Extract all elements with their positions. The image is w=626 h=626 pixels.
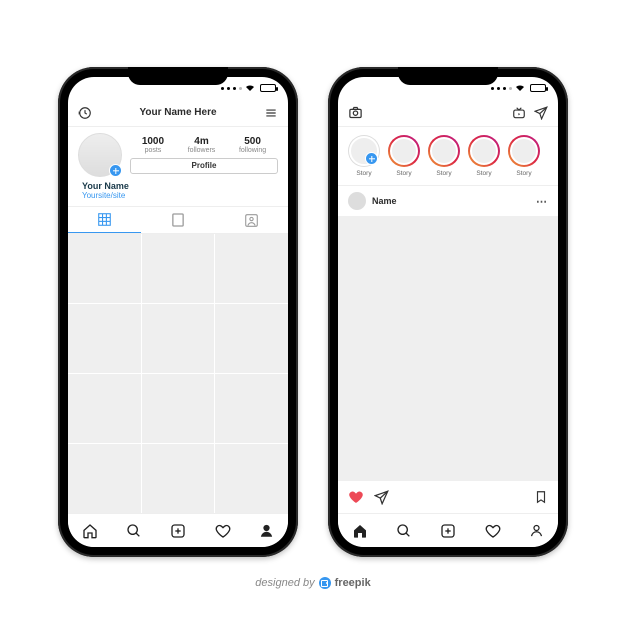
nav-heart-icon[interactable] [485, 523, 501, 539]
story-ring [428, 135, 460, 167]
archive-icon[interactable] [78, 106, 92, 120]
tv-icon[interactable] [512, 106, 526, 120]
bottom-nav [338, 513, 558, 547]
phone-feed: Story Story Story Story Story Name ⋯ [328, 67, 568, 557]
profile-tabs [68, 206, 288, 234]
like-icon[interactable] [348, 489, 364, 505]
grid-cell[interactable] [215, 444, 288, 513]
story-ring [468, 135, 500, 167]
story-item[interactable]: Story [388, 135, 420, 177]
grid-cell[interactable] [142, 234, 215, 303]
profile-site[interactable]: Yoursite/site [82, 191, 274, 200]
bookmark-icon[interactable] [534, 489, 548, 505]
wifi-icon [515, 84, 525, 92]
post-header: Name ⋯ [338, 186, 558, 216]
grid-cell[interactable] [68, 304, 141, 373]
feed-topbar [338, 99, 558, 127]
notch [398, 67, 498, 85]
grid-cell[interactable] [142, 304, 215, 373]
grid-cell[interactable] [68, 234, 141, 303]
nav-search-icon[interactable] [396, 523, 412, 539]
grid-cell[interactable] [142, 374, 215, 443]
post-author[interactable]: Name [372, 196, 530, 206]
story-label: Story [356, 170, 371, 177]
battery-icon [530, 84, 546, 92]
nav-home-icon[interactable] [352, 523, 368, 539]
nav-home-icon[interactable] [82, 523, 98, 539]
profile-grid [68, 234, 288, 513]
grid-icon [98, 213, 111, 226]
credit-prefix: designed by [255, 577, 314, 589]
notch [128, 67, 228, 85]
add-story-badge[interactable] [109, 164, 122, 177]
profile-avatar[interactable] [78, 133, 122, 177]
story-label: Story [436, 170, 451, 177]
nav-search-icon[interactable] [126, 523, 142, 539]
share-icon[interactable] [374, 490, 389, 505]
post-image[interactable] [338, 216, 558, 481]
bottom-nav [68, 513, 288, 547]
story-ring [348, 135, 380, 167]
profile-topbar: Your Name Here [68, 99, 288, 127]
battery-icon [260, 84, 276, 92]
story-item[interactable]: Story [348, 135, 380, 177]
freepik-logo-icon [319, 577, 331, 589]
stat-following[interactable]: 500 following [239, 136, 266, 154]
nav-heart-icon[interactable] [215, 523, 231, 539]
post-more-icon[interactable]: ⋯ [536, 195, 548, 208]
nav-profile-icon[interactable] [259, 523, 274, 538]
grid-cell[interactable] [142, 444, 215, 513]
phone-profile: Your Name Here 1000 posts [58, 67, 298, 557]
tab-tagged[interactable] [215, 207, 288, 233]
post-actions [338, 481, 558, 513]
grid-cell[interactable] [215, 304, 288, 373]
stories-row[interactable]: Story Story Story Story Story [338, 127, 558, 186]
story-item[interactable]: Story [508, 135, 540, 177]
post-avatar[interactable] [348, 192, 366, 210]
story-ring [508, 135, 540, 167]
menu-icon[interactable] [264, 106, 278, 120]
story-label: Story [516, 170, 531, 177]
credit-line: designed by freepik [255, 577, 370, 589]
grid-cell[interactable] [68, 444, 141, 513]
stat-posts[interactable]: 1000 posts [142, 136, 164, 154]
grid-cell[interactable] [215, 374, 288, 443]
camera-icon[interactable] [348, 105, 363, 120]
profile-name: Your Name [82, 181, 274, 191]
stat-followers[interactable]: 4m followers [188, 136, 216, 154]
nav-add-icon[interactable] [440, 523, 456, 539]
credit-brand: freepik [335, 577, 371, 589]
story-label: Story [396, 170, 411, 177]
profile-button[interactable]: Profile [130, 158, 278, 174]
add-story-badge[interactable] [365, 152, 378, 165]
story-item[interactable]: Story [468, 135, 500, 177]
story-ring [388, 135, 420, 167]
send-icon[interactable] [534, 106, 548, 120]
nav-profile-icon[interactable] [529, 523, 544, 538]
tagged-icon [245, 214, 258, 227]
tab-feed[interactable] [141, 207, 214, 233]
story-item[interactable]: Story [428, 135, 460, 177]
tab-grid[interactable] [68, 207, 141, 233]
grid-cell[interactable] [215, 234, 288, 303]
profile-title: Your Name Here [92, 107, 264, 118]
feed-icon [172, 213, 184, 227]
story-label: Story [476, 170, 491, 177]
grid-cell[interactable] [68, 374, 141, 443]
nav-add-icon[interactable] [170, 523, 186, 539]
wifi-icon [245, 84, 255, 92]
